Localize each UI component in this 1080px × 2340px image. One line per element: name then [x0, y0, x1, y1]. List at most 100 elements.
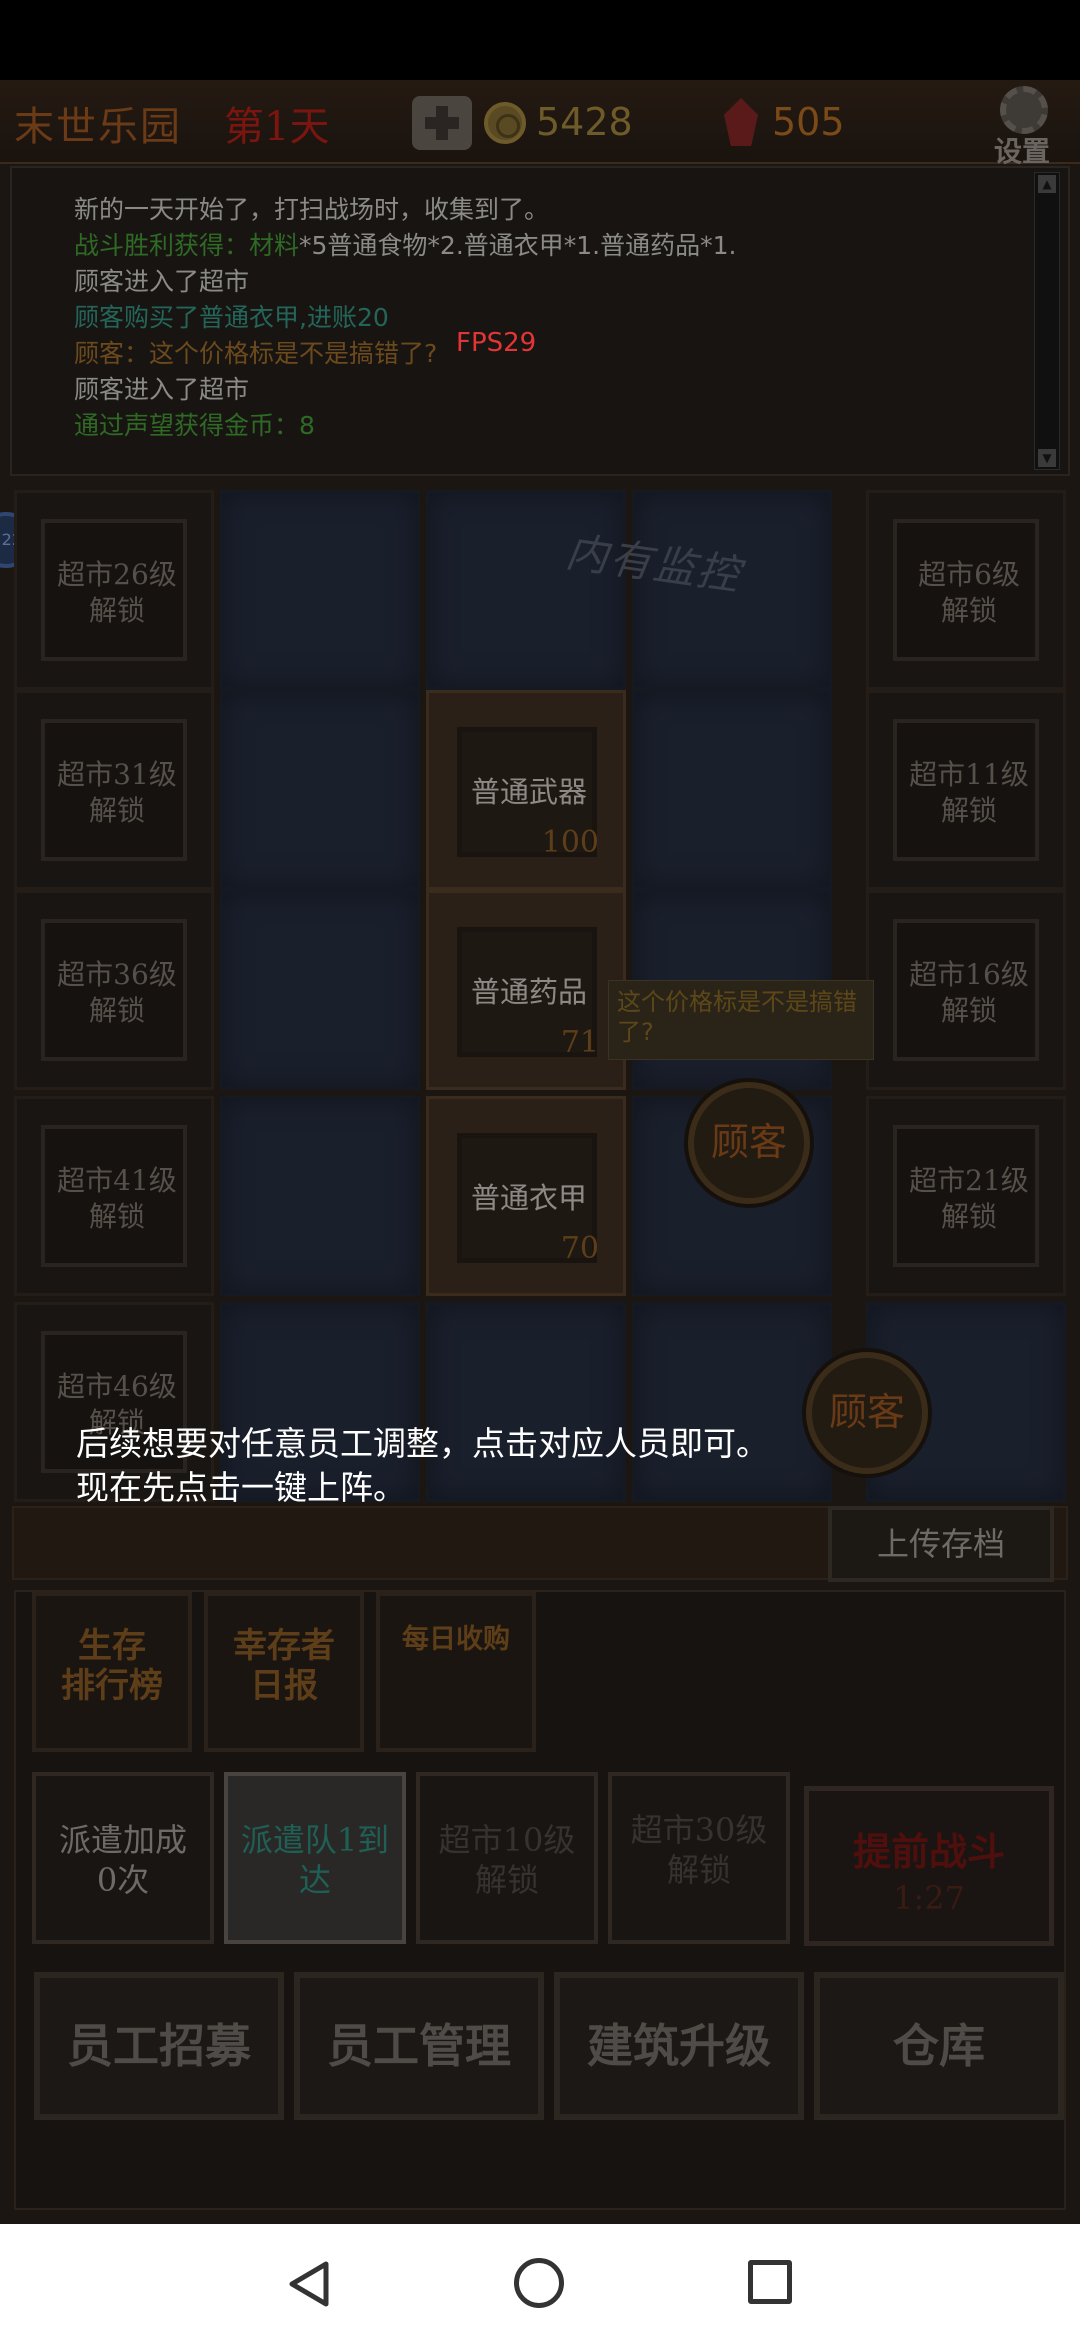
gem-count: 505 [772, 100, 845, 144]
log-line: 战斗胜利获得：材料*5普通食物*2.普通衣甲*1.普通药品*1. [74, 226, 736, 262]
manage-staff-button[interactable]: 员工管理 [294, 1972, 544, 2120]
survival-ranking-button[interactable]: 生存 排行榜 [32, 1592, 192, 1752]
item-name: 普通武器 [470, 775, 587, 809]
home-icon[interactable] [514, 2258, 564, 2308]
game-screen: 末世乐园 第1天 5428 505 设置 新的一天开始了，打扫战场时，收集到了。… [0, 80, 1080, 2224]
settings-label: 设置 [993, 135, 1050, 168]
customer-speech-bubble: 这个价格标是不是搞错了? [608, 980, 874, 1060]
button-label: 派遣加成 [58, 1821, 187, 1859]
shelf-medicine[interactable]: 普通药品 71 [426, 890, 626, 1090]
floor-tile [220, 890, 420, 1090]
locked-slot[interactable]: 超市36级 解锁 [14, 890, 214, 1090]
log-line: 顾客进入了超市 [74, 375, 250, 404]
lock-label: 超市46级 [57, 1370, 177, 1403]
battle-label: 提前战斗 [852, 1829, 1005, 1874]
coin-icon [484, 102, 526, 144]
back-icon[interactable] [288, 2260, 332, 2308]
settings-button[interactable]: 设置 [972, 82, 1072, 168]
log-line: 顾客进入了超市 [74, 267, 250, 296]
button-label: 超市10级 [438, 1821, 576, 1859]
coin-count: 5428 [536, 100, 633, 144]
lock-label: 超市21级 [909, 1164, 1029, 1197]
shop-grid: 超市26级 解锁 超市6级 解锁 内有监控 超市31级 解锁 普通武器 100 … [14, 490, 1066, 1170]
scroll-down-icon[interactable]: ▼ [1038, 449, 1056, 467]
locked-slot[interactable]: 超市21级 解锁 [866, 1096, 1066, 1296]
button-label: 解锁 [474, 1861, 539, 1899]
locked-slot[interactable]: 超市41级 解锁 [14, 1096, 214, 1296]
lock-label: 超市11级 [909, 758, 1029, 791]
top-bar: 末世乐园 第1天 5428 505 设置 [0, 80, 1080, 168]
lock-label: 超市36级 [57, 958, 177, 991]
log-line: 顾客购买了普通衣甲,进账20 [74, 303, 389, 332]
lock-label: 解锁 [940, 794, 997, 827]
button-label: 达 [298, 1861, 331, 1899]
floor-tile [220, 690, 420, 890]
floor-tile [220, 490, 420, 690]
customer-token[interactable]: 顾客 [688, 1082, 810, 1204]
tutorial-text: 后续想要对任意员工调整，点击对应人员即可。 现在先点击一键上阵。 [76, 1422, 769, 1510]
lock-label: 超市31级 [57, 758, 177, 791]
log-line: 顾客：这个价格标是不是搞错了? [74, 339, 438, 368]
gem-icon [724, 98, 758, 146]
log-line: 通过声望获得金币：8 [74, 411, 315, 440]
recent-apps-icon[interactable] [748, 2260, 792, 2304]
floor-tile [632, 690, 832, 890]
shelf-weapon[interactable]: 普通武器 100 [426, 690, 626, 890]
day-counter: 第1天 [224, 104, 330, 150]
daily-purchase-button[interactable]: 每日收购 [376, 1592, 536, 1752]
log-line: 新的一天开始了，打扫战场时，收集到了。 [74, 195, 550, 224]
lock-label: 超市6级 [918, 558, 1020, 591]
locked-slot[interactable]: 超市31级 解锁 [14, 690, 214, 890]
message-log[interactable]: 新的一天开始了，打扫战场时，收集到了。 战斗胜利获得：材料*5普通食物*2.普通… [10, 166, 1070, 476]
upload-save-button[interactable]: 上传存档 [828, 1506, 1054, 1582]
locked-slot[interactable]: 超市6级 解锁 [866, 490, 1066, 690]
scroll-up-icon[interactable]: ▲ [1038, 175, 1056, 193]
lock-label: 超市41级 [57, 1164, 177, 1197]
shelf-armor[interactable]: 普通衣甲 70 [426, 1096, 626, 1296]
fps-counter: FPS29 [456, 328, 537, 358]
locked-dispatch-slot[interactable]: 超市30级 解锁 [608, 1772, 790, 1944]
button-label: 超市30级 [630, 1811, 768, 1849]
battle-timer: 1:27 [893, 1879, 965, 1917]
lock-label: 解锁 [940, 1200, 997, 1233]
button-label: 每日收购 [402, 1624, 510, 1655]
lock-label: 超市16级 [909, 958, 1029, 991]
locked-slot[interactable]: 超市16级 解锁 [866, 890, 1066, 1090]
upgrade-building-button[interactable]: 建筑升级 [554, 1972, 804, 2120]
item-price: 70 [560, 1231, 599, 1266]
lock-label: 解锁 [88, 1200, 145, 1233]
survivor-daily-button[interactable]: 幸存者 日报 [204, 1592, 364, 1752]
lock-label: 解锁 [88, 994, 145, 1027]
tutorial-line: 现在先点击一键上阵。 [76, 1468, 406, 1507]
locked-slot[interactable]: 超市26级 解锁 [14, 490, 214, 690]
system-nav-bar [0, 2224, 1080, 2340]
log-prefix: 战斗胜利获得：材料 [74, 231, 300, 260]
locked-slot[interactable]: 超市11级 解锁 [866, 690, 1066, 890]
button-label: 排行榜 [61, 1666, 163, 1706]
button-label: 派遣队1到 [240, 1821, 390, 1859]
locked-dispatch-slot[interactable]: 超市10级 解锁 [416, 1772, 598, 1944]
dispatch-team-button[interactable]: 派遣队1到 达 [224, 1772, 406, 1944]
lock-label: 超市26级 [57, 558, 177, 591]
recruit-staff-button[interactable]: 员工招募 [34, 1972, 284, 2120]
early-battle-button[interactable]: 提前战斗 1:27 [804, 1786, 1054, 1946]
button-label: 解锁 [666, 1851, 731, 1889]
customer-token[interactable]: 顾客 [806, 1352, 928, 1474]
lock-label: 解锁 [88, 594, 145, 627]
item-price: 100 [541, 825, 599, 860]
item-name: 普通衣甲 [470, 1181, 587, 1215]
item-price: 71 [560, 1025, 599, 1060]
add-currency-button[interactable] [412, 96, 472, 150]
dispatch-bonus-button[interactable]: 派遣加成 0次 [32, 1772, 214, 1944]
button-label: 幸存者 [233, 1626, 335, 1666]
button-label: 生存 [78, 1626, 146, 1666]
item-name: 普通药品 [470, 975, 587, 1009]
tutorial-line: 后续想要对任意员工调整，点击对应人员即可。 [76, 1424, 769, 1463]
log-detail: *5普通食物*2.普通衣甲*1.普通药品*1. [299, 231, 737, 260]
button-label: 日报 [250, 1666, 318, 1706]
warehouse-button[interactable]: 仓库 [814, 1972, 1064, 2120]
log-scrollbar[interactable]: ▲ ▼ [1034, 172, 1060, 470]
game-title: 末世乐园 [14, 104, 182, 150]
lock-label: 解锁 [940, 594, 997, 627]
gear-icon [1000, 86, 1048, 134]
